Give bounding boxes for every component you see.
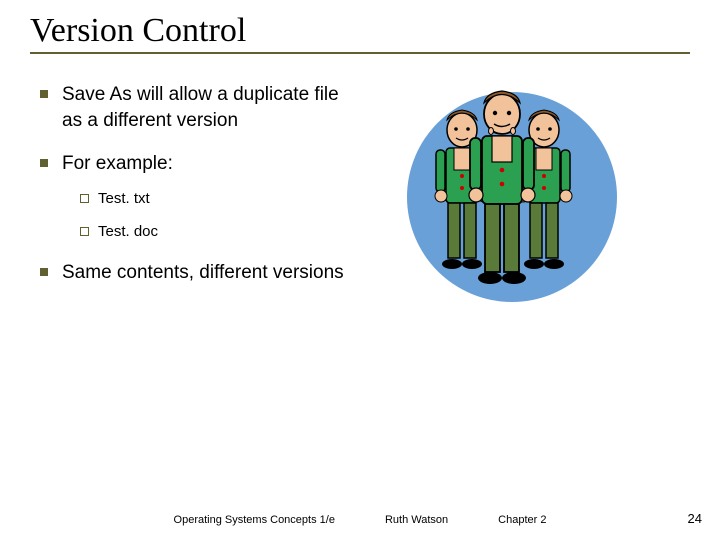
list-item: Save As will allow a duplicate file as a…	[40, 82, 360, 133]
text-column: Save As will allow a duplicate file as a…	[30, 82, 360, 304]
people-clipart-icon	[370, 72, 630, 322]
page-title: Version Control	[30, 12, 690, 50]
list-item-label: For example:	[62, 153, 173, 174]
footer-left: Operating Systems Concepts 1/e	[174, 514, 335, 526]
footer-center: Ruth Watson	[385, 514, 448, 526]
list-item: Same contents, different versions	[40, 260, 360, 286]
bullet-list: Save As will allow a duplicate file as a…	[40, 82, 360, 286]
title-underline	[30, 52, 690, 54]
slide: Version Control Save As will allow a dup…	[0, 0, 720, 540]
sub-bullet-list: Test. txt Test. doc	[80, 189, 360, 242]
slide-footer: Operating Systems Concepts 1/e Ruth Wats…	[0, 514, 720, 526]
list-item: Test. doc	[80, 222, 360, 242]
content-area: Save As will allow a duplicate file as a…	[30, 82, 690, 304]
page-number: 24	[688, 511, 702, 526]
list-item: Test. txt	[80, 189, 360, 209]
list-item: For example: Test. txt Test. doc	[40, 151, 360, 242]
image-column	[360, 82, 690, 304]
footer-right: Chapter 2	[498, 514, 546, 526]
